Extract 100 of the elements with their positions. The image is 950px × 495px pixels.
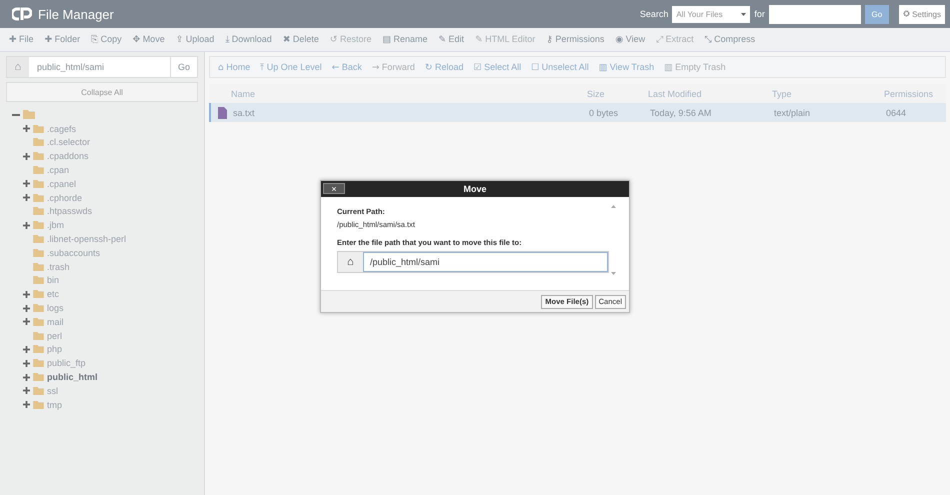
column-header[interactable]: Last Modified bbox=[648, 88, 772, 98]
table-cell-text: 0644 bbox=[886, 108, 908, 118]
column-header[interactable]: Type bbox=[772, 88, 884, 98]
expand-icon[interactable] bbox=[23, 152, 30, 160]
nav-button[interactable]: ↻ Reload bbox=[420, 62, 468, 72]
nav-button[interactable]: ← Back bbox=[326, 62, 367, 72]
search-go-button[interactable]: Go bbox=[864, 4, 889, 24]
expand-icon[interactable] bbox=[23, 374, 30, 381]
toolbar-button[interactable]: ✥ Move bbox=[128, 34, 170, 45]
folder-item[interactable]: .subaccounts bbox=[47, 248, 100, 258]
file-row[interactable]: sa.txt 0 bytes Today, 9:56 AM text/plain 0644 bbox=[209, 103, 946, 122]
home-icon: ⌂ bbox=[338, 252, 363, 272]
folder-icon bbox=[33, 124, 44, 133]
expand-icon[interactable] bbox=[23, 401, 30, 408]
folder-item[interactable]: etc bbox=[47, 289, 60, 300]
toolbar-button[interactable]: ✎ Edit bbox=[434, 34, 470, 45]
column-header[interactable]: Name bbox=[231, 88, 587, 98]
folder-icon bbox=[33, 304, 44, 312]
toolbar-button[interactable]: ⇪ Upload bbox=[170, 34, 220, 45]
expand-icon[interactable] bbox=[23, 125, 30, 132]
settings-icon bbox=[902, 10, 910, 16]
close-button[interactable]: × bbox=[323, 183, 345, 194]
dialog-title: Move bbox=[463, 184, 486, 194]
folder-item[interactable]: .cpanel bbox=[47, 178, 76, 189]
expand-icon[interactable] bbox=[23, 304, 30, 312]
toolbar-button[interactable]: ⤓ Download bbox=[220, 34, 277, 45]
path-field[interactable]: ⌂ public_html/sami Go bbox=[6, 56, 198, 78]
search-label: Search bbox=[640, 9, 668, 19]
expand-icon[interactable] bbox=[23, 318, 30, 326]
folder-item[interactable]: .jbm bbox=[47, 220, 64, 230]
folder-icon bbox=[23, 110, 35, 120]
folder-icon bbox=[33, 373, 44, 382]
expand-icon[interactable] bbox=[23, 346, 30, 353]
folder-icon bbox=[33, 152, 44, 160]
folder-item[interactable]: perl bbox=[47, 330, 62, 341]
table-cell-text: Today, 9:56 AM bbox=[650, 108, 712, 118]
folder-icon bbox=[33, 235, 44, 244]
folder-icon bbox=[33, 276, 44, 284]
toolbar-button[interactable]: ✚ Folder bbox=[40, 34, 86, 45]
folder-item[interactable]: logs bbox=[47, 303, 64, 314]
folder-icon bbox=[33, 386, 44, 395]
folder-item[interactable]: .cphorde bbox=[47, 192, 82, 203]
folder-icon bbox=[33, 359, 44, 368]
folder-item[interactable]: php bbox=[47, 344, 62, 354]
toolbar-button[interactable]: ✖ Delete bbox=[278, 34, 324, 45]
home-icon: ⌂ bbox=[7, 57, 29, 77]
nav-button[interactable]: ⤒ Up One Level bbox=[255, 62, 327, 72]
expand-icon[interactable] bbox=[23, 222, 30, 229]
search-scope-dropdown[interactable]: All Your Files bbox=[672, 6, 750, 22]
path-go-button[interactable]: Go bbox=[170, 57, 197, 77]
expand-icon[interactable] bbox=[23, 180, 30, 188]
folder-icon bbox=[33, 262, 44, 271]
caret-icon bbox=[741, 12, 746, 16]
table-cell-text: text/plain bbox=[774, 108, 812, 118]
collapse-all-button[interactable]: Collapse All bbox=[6, 82, 198, 102]
column-header[interactable]: Permissions bbox=[884, 88, 944, 98]
folder-item[interactable]: bin bbox=[47, 275, 60, 286]
folder-item[interactable]: .cpan bbox=[47, 165, 70, 176]
toolbar-button[interactable]: ▤ Rename bbox=[377, 34, 432, 45]
nav-button[interactable]: ▥ View Trash bbox=[594, 62, 660, 72]
folder-item[interactable]: .cagefs bbox=[47, 124, 76, 134]
column-header[interactable]: Size bbox=[587, 88, 648, 98]
folder-icon bbox=[33, 290, 44, 298]
folder-icon bbox=[33, 194, 44, 202]
toolbar-button[interactable]: ⎘ Copy bbox=[86, 34, 127, 45]
folder-icon bbox=[33, 400, 44, 409]
search-field[interactable] bbox=[768, 4, 861, 24]
expand-icon[interactable] bbox=[23, 194, 30, 202]
settings-button[interactable]: Settings bbox=[898, 4, 945, 24]
expand-icon[interactable] bbox=[23, 360, 30, 367]
folder-icon bbox=[33, 345, 44, 354]
folder-item[interactable]: public_ftp bbox=[47, 358, 86, 368]
cpanel-logo-icon bbox=[12, 7, 32, 21]
folder-item[interactable]: .trash bbox=[47, 262, 70, 272]
folder-icon bbox=[33, 138, 44, 146]
folder-icon bbox=[33, 332, 44, 340]
folder-item[interactable]: .cl.selector bbox=[47, 137, 90, 148]
nav-button[interactable]: ☑ Select All bbox=[468, 62, 526, 72]
folder-item[interactable]: tmp bbox=[47, 400, 62, 410]
folder-icon bbox=[33, 318, 44, 326]
folder-icon bbox=[33, 248, 44, 257]
folder-item[interactable]: .cpaddons bbox=[47, 151, 89, 162]
file-icon bbox=[218, 106, 226, 118]
folder-item[interactable]: .htpasswds bbox=[47, 206, 92, 216]
nav-button[interactable]: ☐ Unselect All bbox=[526, 62, 594, 72]
folder-item[interactable]: public_html bbox=[47, 372, 98, 382]
toolbar-button[interactable]: ⚷ Permissions bbox=[541, 34, 610, 45]
toolbar-button[interactable]: ⤡ Compress bbox=[700, 34, 760, 45]
expand-icon[interactable] bbox=[23, 387, 30, 394]
nav-button[interactable]: ⌂ Home bbox=[213, 62, 256, 72]
folder-item[interactable]: mail bbox=[47, 316, 64, 327]
destination-path-input[interactable]: /public_html/sami bbox=[363, 252, 608, 272]
folder-item[interactable]: ssl bbox=[47, 386, 58, 396]
folder-item[interactable]: .libnet-openssh-perl bbox=[47, 234, 126, 244]
toolbar-button[interactable]: ✚ File bbox=[4, 34, 39, 45]
table-cell-text: 0 bytes bbox=[589, 108, 620, 118]
table-cell-text: sa.txt bbox=[233, 108, 256, 118]
toolbar-button[interactable]: ◉ View bbox=[610, 34, 650, 45]
path-text: public_html/sami bbox=[36, 62, 106, 72]
expand-icon[interactable] bbox=[23, 290, 30, 298]
